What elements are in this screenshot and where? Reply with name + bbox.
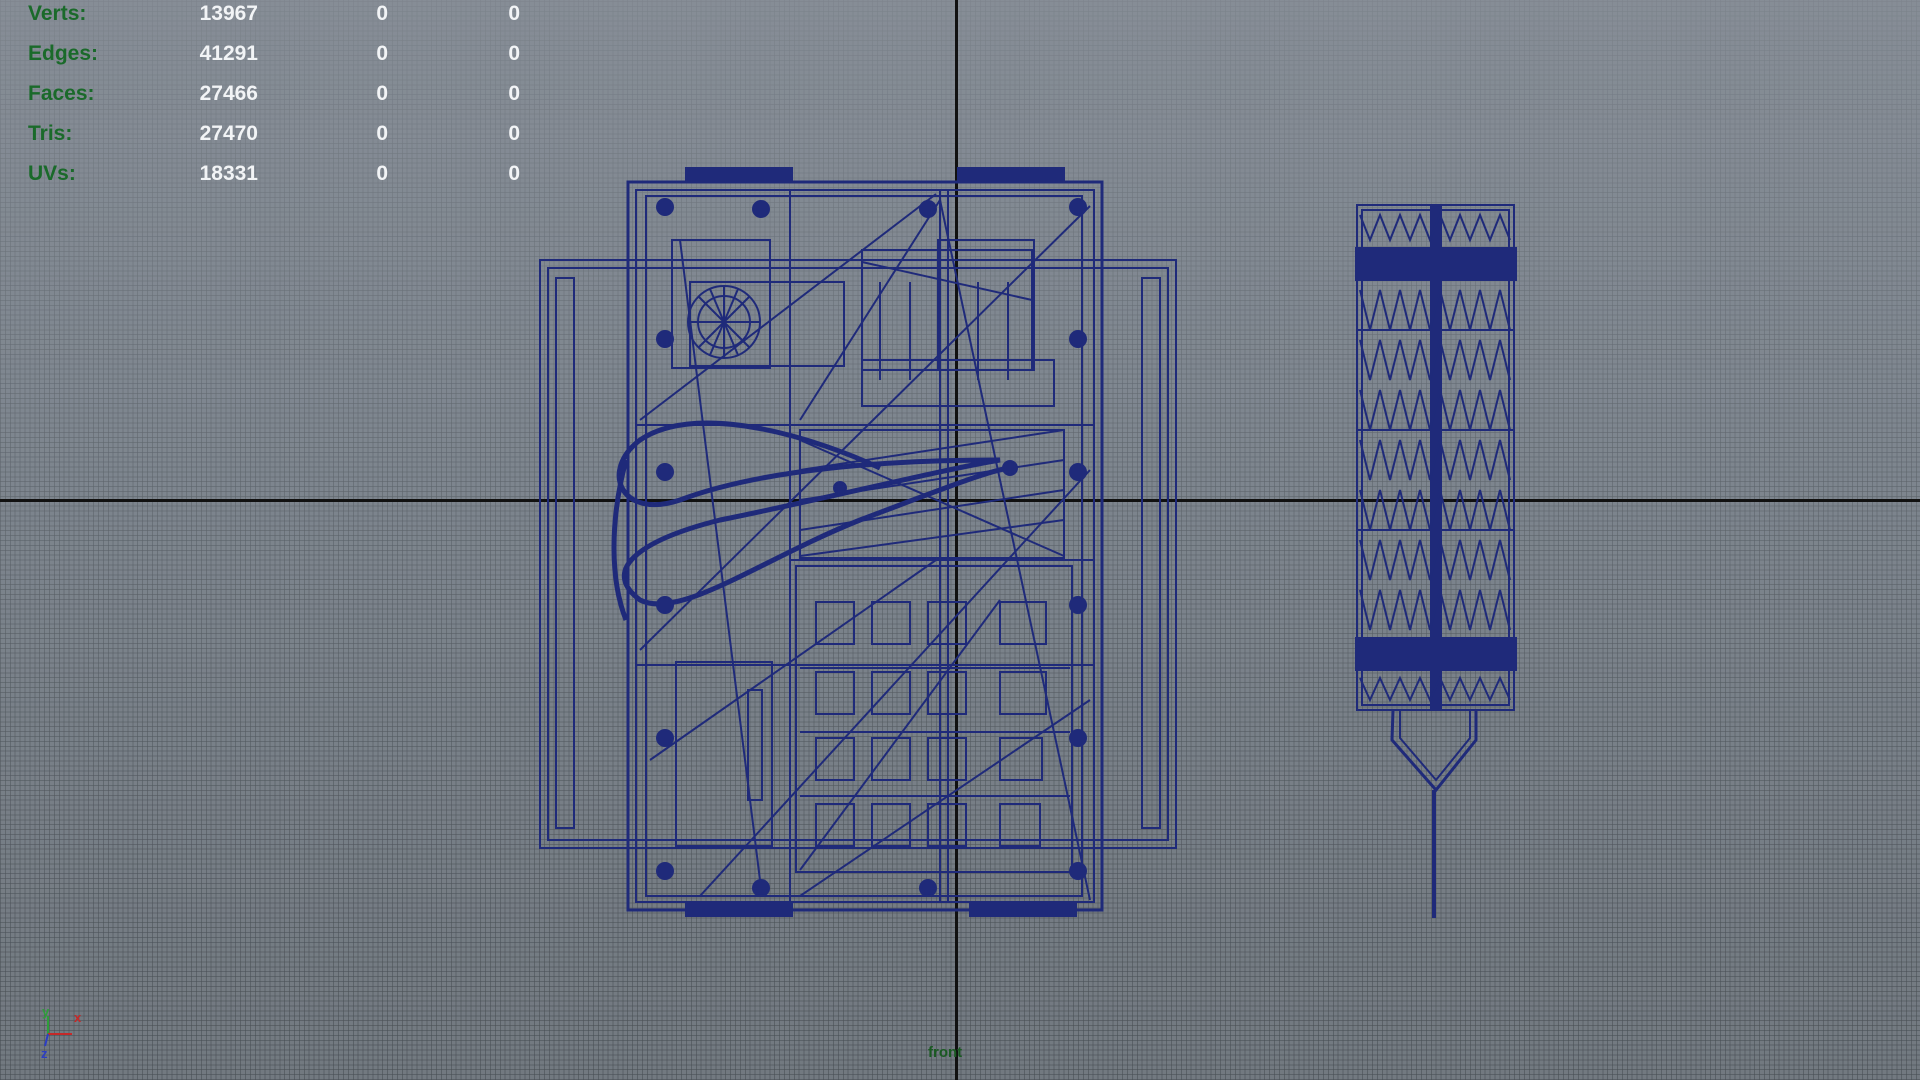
stat-component: 0	[508, 42, 520, 65]
stat-component: 0	[508, 122, 520, 145]
stat-label: Faces:	[28, 82, 95, 105]
handset-wireframe[interactable]	[1355, 204, 1517, 918]
stat-label: Tris:	[28, 122, 73, 145]
stat-selected: 0	[376, 122, 388, 145]
gizmo-y-label: y	[42, 1006, 50, 1019]
stat-component: 0	[508, 2, 520, 25]
intercom-panel-wireframe[interactable]	[539, 167, 1177, 917]
viewport-front[interactable]: Verts: 13967 0 0 Edges: 41291 0 0 Faces:…	[0, 0, 1920, 1080]
gizmo-z-label: z	[41, 1046, 48, 1061]
stat-label: Edges:	[28, 42, 99, 65]
stat-total: 27466	[199, 82, 258, 105]
stat-label: UVs:	[28, 162, 76, 185]
stat-label: Verts:	[28, 2, 87, 25]
stat-component: 0	[508, 162, 520, 185]
stat-total: 27470	[199, 122, 258, 145]
stat-selected: 0	[376, 162, 388, 185]
stat-selected: 0	[376, 82, 388, 105]
view-axis-icon: y x z	[41, 1006, 82, 1061]
gizmo-x-label: x	[74, 1010, 82, 1025]
stat-total: 13967	[199, 2, 258, 25]
stat-selected: 0	[376, 42, 388, 65]
stat-total: 41291	[199, 42, 258, 65]
stat-total: 18331	[199, 162, 258, 185]
stat-component: 0	[508, 82, 520, 105]
stat-selected: 0	[376, 2, 388, 25]
wireframe-models	[539, 167, 1517, 918]
camera-name-label: front	[928, 1044, 963, 1061]
